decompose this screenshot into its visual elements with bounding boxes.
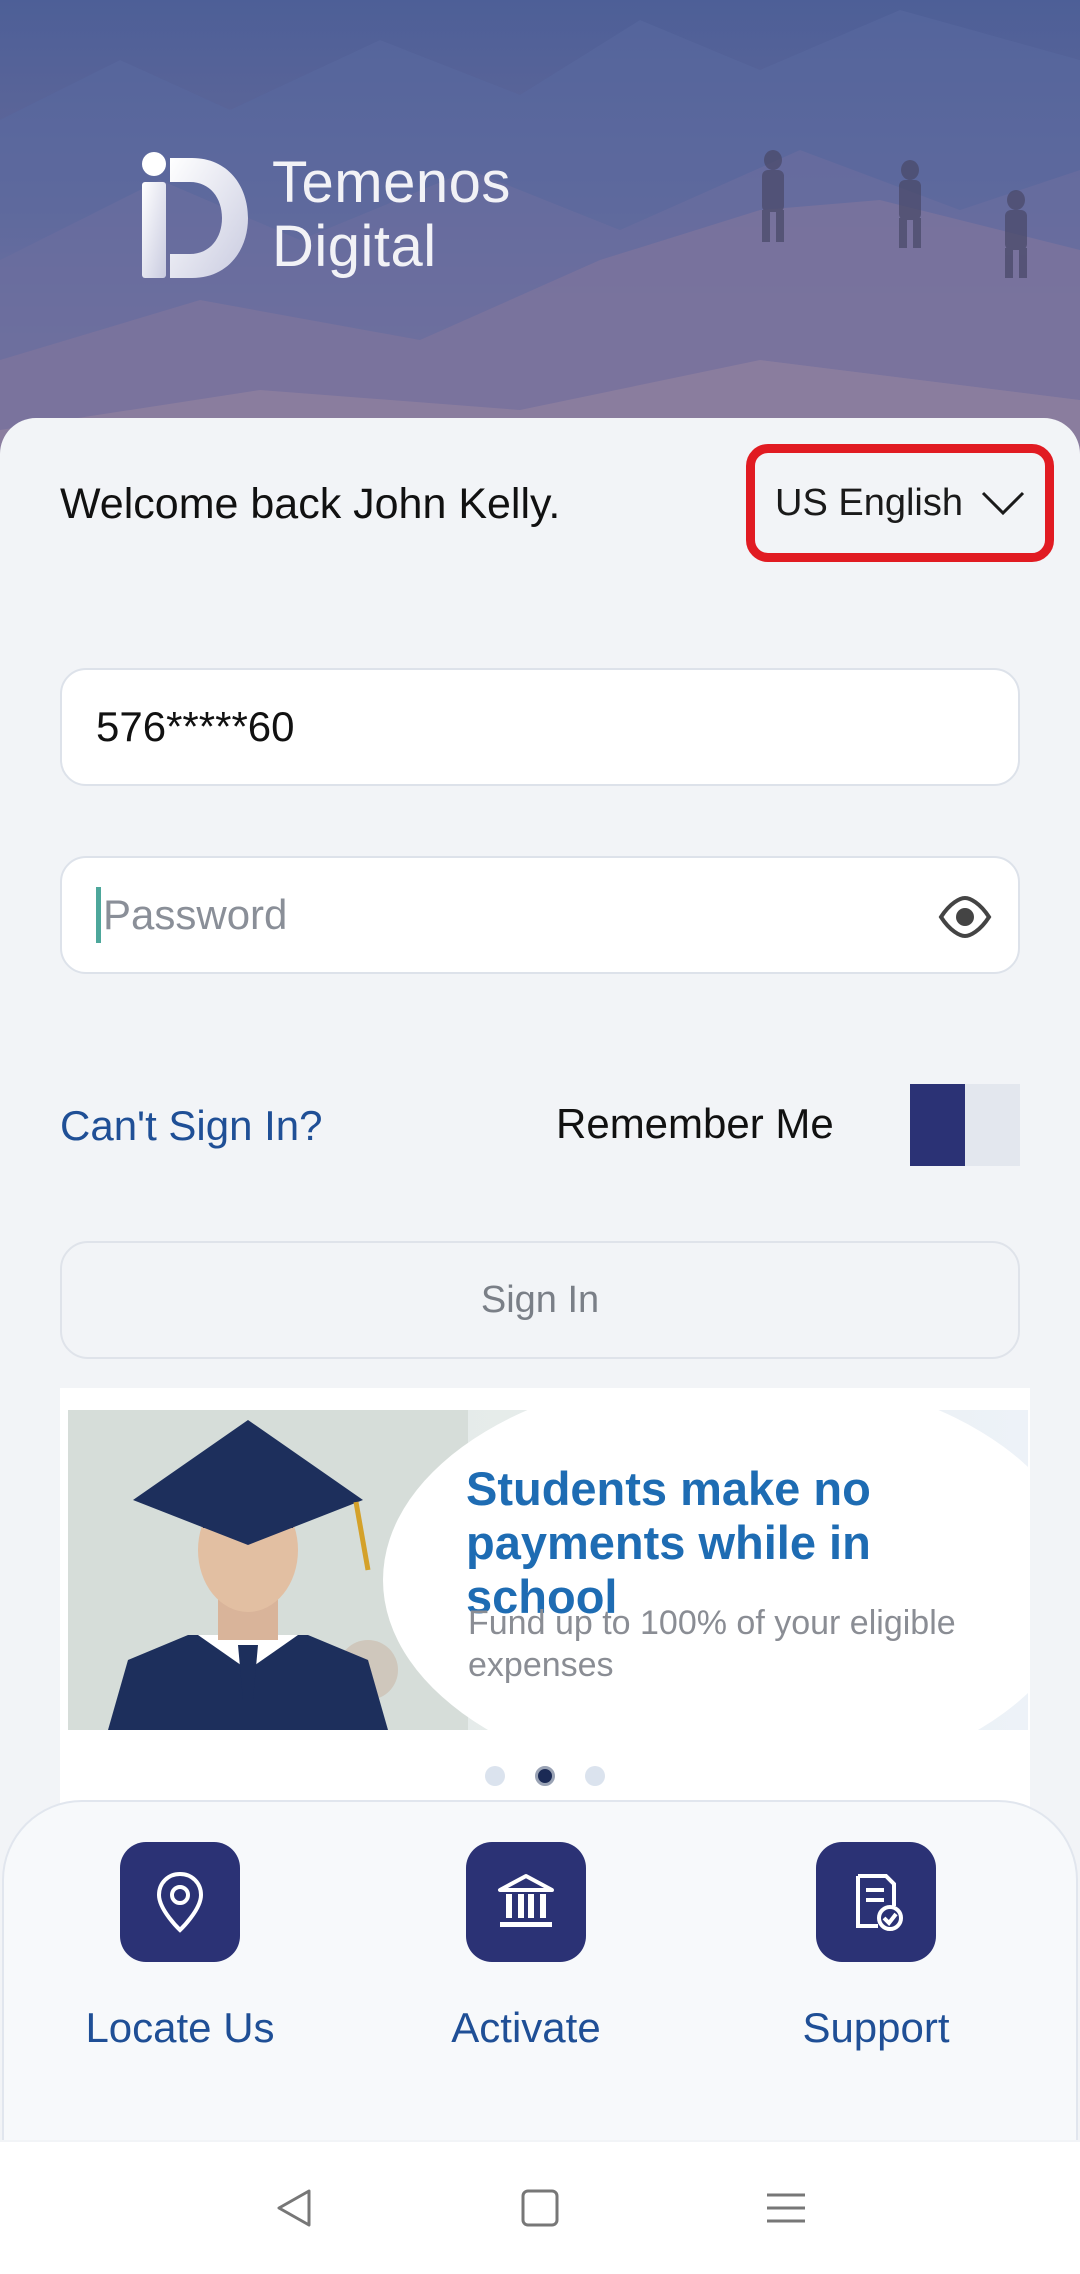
location-pin-icon	[156, 1871, 204, 1933]
bank-icon	[498, 1874, 554, 1927]
carousel-dot[interactable]	[585, 1766, 605, 1786]
document-check-icon	[856, 1874, 903, 1931]
support-label: Support	[802, 2004, 950, 2051]
password-placeholder: Password	[103, 891, 288, 938]
show-password-eye-icon[interactable]	[938, 892, 992, 942]
language-selector[interactable]: US English	[746, 444, 1054, 562]
username-value: 576*****60	[96, 703, 295, 750]
promo-carousel[interactable]: Students make no payments while in schoo…	[60, 1388, 1030, 1808]
carousel-dots	[485, 1766, 605, 1786]
remember-me-label: Remember Me	[556, 1100, 834, 1147]
locate-us-label: Locate Us	[85, 2004, 275, 2051]
cant-sign-in-link[interactable]: Can't Sign In?	[60, 1102, 323, 1150]
welcome-message: Welcome back John Kelly.	[60, 480, 561, 528]
activate-button[interactable]	[466, 1842, 586, 1962]
temenos-logo-icon	[142, 152, 248, 278]
support-button[interactable]	[816, 1842, 936, 1962]
brand-name: Temenos Digital	[272, 151, 511, 279]
brand-logo: Temenos Digital	[140, 150, 511, 280]
password-field[interactable]: Password	[60, 856, 1020, 974]
locate-us-action[interactable]: Locate Us	[60, 1842, 300, 2052]
brand-line-2: Digital	[272, 214, 437, 279]
home-square-icon[interactable]	[517, 2185, 563, 2231]
support-action[interactable]: Support	[756, 1842, 996, 2052]
menu-lines-icon[interactable]	[763, 2185, 809, 2231]
quick-actions-panel: Locate Us Activate Support	[2, 1800, 1078, 2140]
language-label: US English	[775, 481, 963, 524]
banner-headline: Students make no payments while in schoo…	[466, 1462, 871, 1623]
banner-subtext: Fund up to 100% of your eligible expense…	[468, 1604, 956, 1684]
promo-banner[interactable]: Students make no payments while in schoo…	[68, 1410, 1028, 1730]
system-navigation-bar	[0, 2142, 1080, 2274]
activate-action[interactable]: Activate	[406, 1842, 646, 2052]
carousel-dot-active[interactable]	[535, 1766, 555, 1786]
remember-me-toggle[interactable]	[910, 1084, 1020, 1166]
text-cursor	[96, 887, 101, 943]
toggle-knob	[910, 1084, 965, 1166]
hero-header: Temenos Digital	[0, 0, 1080, 470]
chevron-down-icon	[981, 491, 1025, 516]
sign-in-label: Sign In	[480, 1278, 600, 1321]
username-field[interactable]: 576*****60	[60, 668, 1020, 786]
brand-line-1: Temenos	[272, 150, 511, 215]
activate-label: Activate	[451, 2004, 601, 2051]
locate-us-button[interactable]	[120, 1842, 240, 1962]
back-triangle-icon[interactable]	[271, 2185, 317, 2231]
sign-in-button[interactable]: Sign In	[60, 1241, 1020, 1359]
carousel-dot[interactable]	[485, 1766, 505, 1786]
